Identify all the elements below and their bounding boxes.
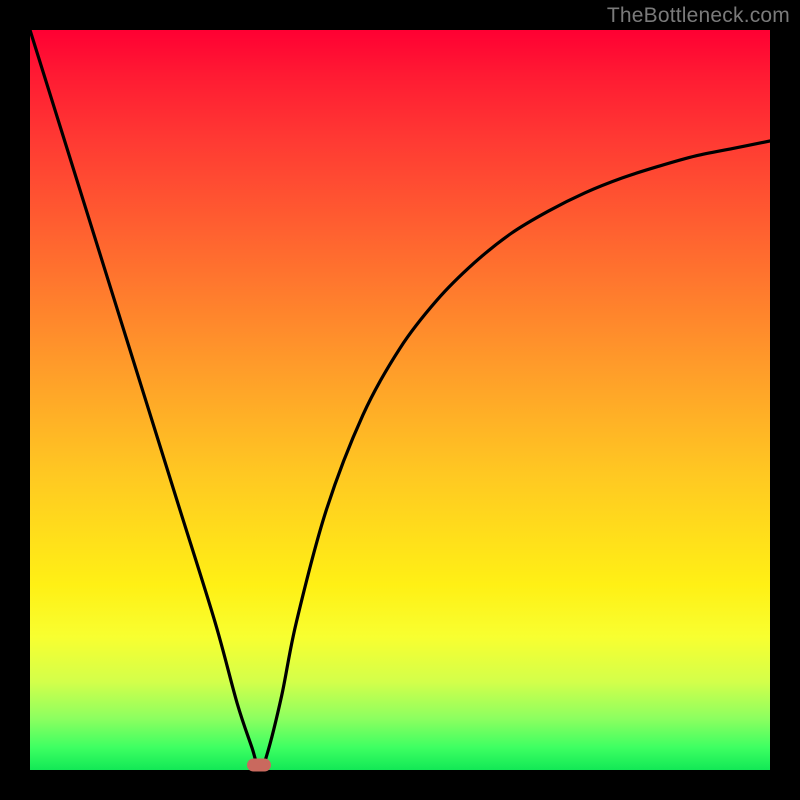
plot-area: [30, 30, 770, 770]
bottleneck-curve: [30, 30, 770, 770]
watermark-text: TheBottleneck.com: [607, 4, 790, 28]
optimum-marker: [247, 759, 271, 772]
chart-frame: TheBottleneck.com: [0, 0, 800, 800]
